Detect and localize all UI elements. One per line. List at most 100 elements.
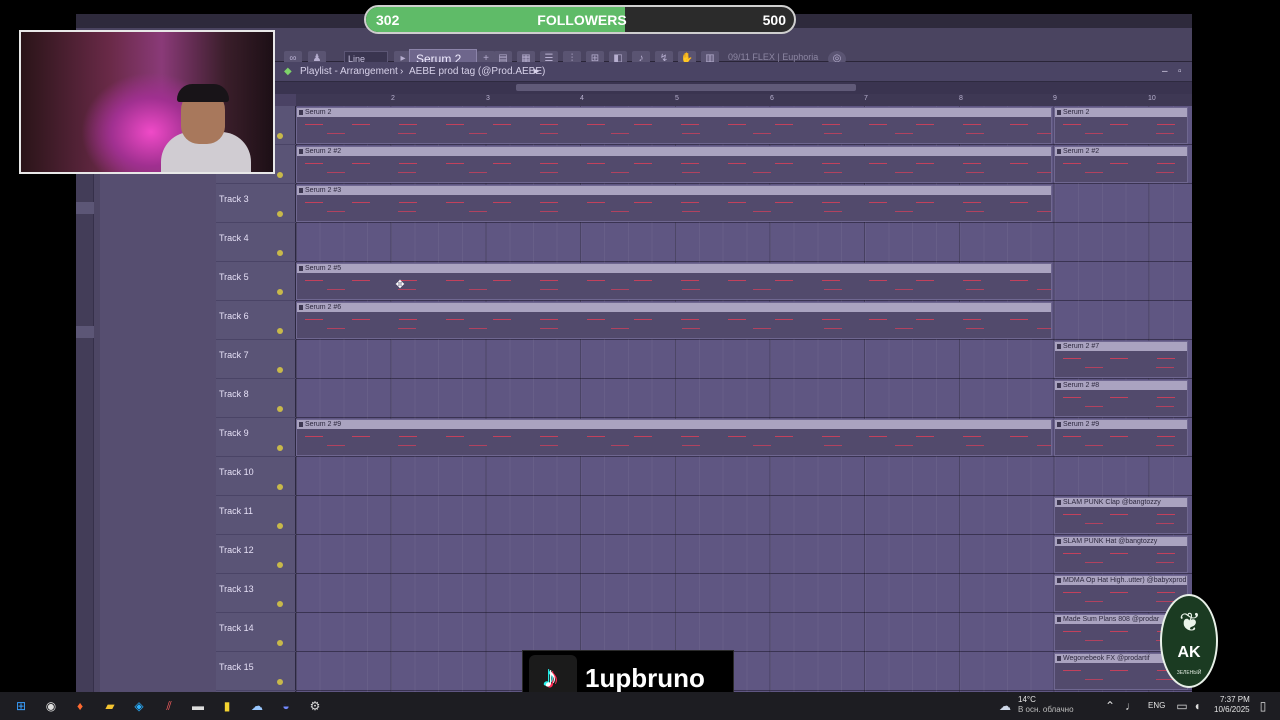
horizontal-scroll-thumb[interactable] — [516, 84, 856, 91]
pattern-clip[interactable]: Serum 2 #2 — [296, 146, 1052, 183]
track-mute-led[interactable] — [277, 328, 283, 334]
ruler-tick: 8 — [959, 95, 963, 102]
pattern-clip[interactable]: Serum 2 #9 — [296, 419, 1052, 456]
input-language[interactable]: ENG — [1148, 701, 1165, 710]
clip-notes-preview — [1055, 547, 1187, 572]
timeline-ruler[interactable]: 2 3 4 5 6 7 8 9 10 — [296, 94, 1192, 106]
track-mute-led[interactable] — [277, 523, 283, 529]
clip-name: Serum 2 #9 — [297, 420, 1051, 429]
arrangement-dropdown-icon[interactable]: ▸ — [534, 62, 539, 82]
track-mute-led[interactable] — [277, 172, 283, 178]
clip-notes-preview — [1055, 391, 1187, 416]
arrangement-grid[interactable]: Serum 2 Serum 2 Serum 2 #2 Serum 2 #2 Serum … — [296, 106, 1192, 692]
pattern-clip[interactable]: Serum 2 — [1054, 107, 1188, 144]
minimize-icon[interactable]: – — [1162, 62, 1168, 82]
follower-goal: 500 — [762, 12, 786, 28]
terminal-icon[interactable]: ▬ — [189, 697, 207, 715]
track-mute-led[interactable] — [277, 562, 283, 568]
track-header[interactable]: Track 3 — [216, 184, 296, 223]
flex-preset-label[interactable]: 09/11 FLEX | Euphoria — [728, 52, 818, 62]
clip-name: Serum 2 #6 — [297, 303, 1051, 312]
breadcrumb-separator: › — [400, 66, 404, 77]
track-header[interactable]: Track 12 — [216, 535, 296, 574]
pattern-clip[interactable]: Serum 2 #6 — [296, 302, 1052, 339]
pattern-clip[interactable]: Serum 2 #7 — [1054, 341, 1188, 378]
volume-icon[interactable]: ◖ — [1188, 697, 1206, 715]
track-headers: Track 3 Track 4 Track 5 Track 6 Track 7 Track… — [216, 106, 296, 692]
pattern-clip[interactable]: Serum 2 #3 — [296, 185, 1052, 222]
browser-scroll-thumb[interactable] — [76, 202, 94, 214]
clip-notes-preview — [1055, 352, 1187, 377]
clip-notes-preview — [297, 118, 1051, 143]
tray-chevron-icon[interactable]: ⌃ — [1101, 697, 1119, 715]
track-mute-led[interactable] — [277, 640, 283, 646]
track-mute-led[interactable] — [277, 250, 283, 256]
notification-icon[interactable]: ▯ — [1256, 697, 1270, 715]
track-name: Track 5 — [219, 272, 249, 282]
track-name: Track 10 — [219, 467, 254, 477]
track-header[interactable]: Track 4 — [216, 223, 296, 262]
chrome-icon[interactable]: ◉ — [42, 697, 60, 715]
track-header[interactable]: Track 8 — [216, 379, 296, 418]
pattern-clip[interactable]: SLAM PUNK Clap @bangtozzy — [1054, 497, 1188, 534]
pattern-clip[interactable]: Serum 2 #2 — [1054, 146, 1188, 183]
clip-name: Serum 2 #8 — [1055, 381, 1187, 390]
brave-icon[interactable]: ♦ — [71, 697, 89, 715]
track-header[interactable]: Track 15 — [216, 652, 296, 691]
playlist-window: ◆ Playlist - Arrangement › AEBE prod tag… — [216, 62, 1192, 692]
ruler-tick: 9 — [1053, 95, 1057, 102]
track-header[interactable]: Track 14 — [216, 613, 296, 652]
fl-studio-taskbar-icon[interactable]: ⫽ — [160, 697, 178, 715]
microphone-icon[interactable]: ♩ — [1122, 697, 1140, 715]
track-header[interactable]: Track 10 — [216, 457, 296, 496]
track-header[interactable]: Track 6 — [216, 301, 296, 340]
ruler-tick: 7 — [864, 95, 868, 102]
tiktok-handle: 1upbruno — [585, 663, 705, 693]
track-header[interactable]: Track 9 — [216, 418, 296, 457]
track-mute-led[interactable] — [277, 601, 283, 607]
discord-icon[interactable]: ◒ — [277, 697, 295, 715]
maximize-icon[interactable]: ▫ — [1178, 62, 1182, 82]
clip-notes-preview — [1055, 157, 1187, 182]
clip-notes-preview — [1055, 430, 1187, 455]
clip-name: Serum 2 #7 — [1055, 342, 1187, 351]
settings-gear-icon[interactable]: ⚙ — [306, 697, 324, 715]
track-mute-led[interactable] — [277, 445, 283, 451]
clip-app-icon[interactable]: ▮ — [218, 697, 236, 715]
playlist-titlebar: ◆ Playlist - Arrangement › AEBE prod tag… — [216, 62, 1192, 82]
track-mute-led[interactable] — [277, 133, 283, 139]
track-name: Track 9 — [219, 428, 249, 438]
clip-name: MDMA Op Hat High..utter) @babyxprod — [1055, 576, 1187, 585]
track-mute-led[interactable] — [277, 406, 283, 412]
pattern-clip[interactable]: Serum 2 #9 — [1054, 419, 1188, 456]
follower-label: FOLLOWERS — [537, 12, 627, 28]
track-name: Track 7 — [219, 350, 249, 360]
clip-notes-preview — [297, 157, 1051, 182]
weather-description[interactable]: В осн. облачно — [1018, 705, 1074, 714]
file-explorer-icon[interactable]: ▰ — [101, 697, 119, 715]
track-mute-led[interactable] — [277, 484, 283, 490]
webcam-overlay — [19, 30, 275, 174]
steam-icon[interactable]: ☁ — [248, 697, 266, 715]
track-header[interactable]: Track 5 — [216, 262, 296, 301]
track-header[interactable]: Track 7 — [216, 340, 296, 379]
weather-temperature[interactable]: 14°C — [1018, 695, 1036, 704]
vpn-icon[interactable]: ◈ — [130, 697, 148, 715]
clock-date[interactable]: 10/6/2025 — [1214, 705, 1250, 714]
pattern-clip[interactable]: SLAM PUNK Hat @bangtozzy — [1054, 536, 1188, 573]
arrangement-name[interactable]: AEBE prod tag (@Prod.AEBE) — [409, 62, 545, 82]
track-header[interactable]: Track 13 — [216, 574, 296, 613]
taskbar: ⊞ ◉ ♦ ▰ ◈ ⫽ ▬ ▮ ☁ ◒ ⚙ ☁ 14°C В осн. обла… — [0, 692, 1280, 720]
track-mute-led[interactable] — [277, 679, 283, 685]
windows-start-icon[interactable]: ⊞ — [12, 697, 30, 715]
track-header[interactable]: Track 11 — [216, 496, 296, 535]
pattern-clip[interactable]: Serum 2 — [296, 107, 1052, 144]
pattern-clip[interactable]: Serum 2 #5 — [296, 263, 1052, 300]
track-mute-led[interactable] — [277, 367, 283, 373]
pattern-clip[interactable]: Serum 2 #8 — [1054, 380, 1188, 417]
clock-time[interactable]: 7:37 PM — [1220, 695, 1250, 704]
ruler-tick: 3 — [486, 95, 490, 102]
ruler-tick: 4 — [580, 95, 584, 102]
track-mute-led[interactable] — [277, 289, 283, 295]
track-mute-led[interactable] — [277, 211, 283, 217]
